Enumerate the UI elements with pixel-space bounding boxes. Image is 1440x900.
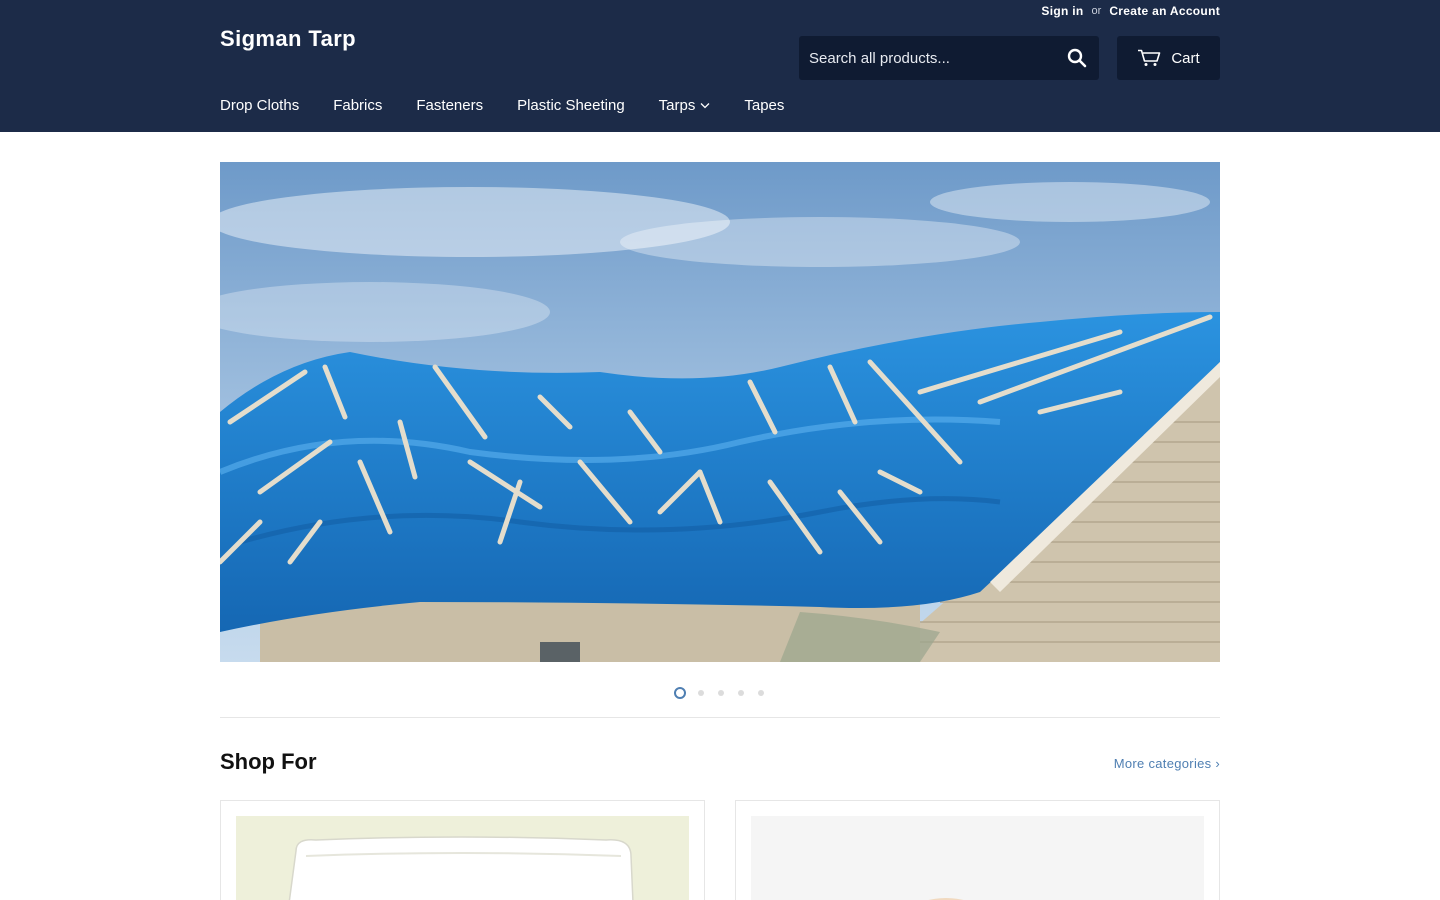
- search-icon: [1067, 48, 1087, 68]
- hero-image-tarped-roof: [220, 162, 1220, 662]
- chevron-down-icon: [700, 102, 710, 108]
- shop-for-heading: Shop For: [220, 749, 317, 774]
- create-account-link[interactable]: Create an Account: [1109, 4, 1220, 18]
- account-links: Sign in or Create an Account: [1041, 4, 1220, 18]
- sign-in-link[interactable]: Sign in: [1041, 4, 1083, 18]
- search-input[interactable]: [799, 36, 1055, 80]
- hero-slideshow[interactable]: [220, 162, 1220, 662]
- more-categories-link[interactable]: More categories ›: [1114, 756, 1220, 771]
- slideshow-dots: [220, 686, 1220, 699]
- slide-dot-5[interactable]: [758, 690, 764, 696]
- slide-dot-1[interactable]: [674, 687, 686, 699]
- slide-dot-3[interactable]: [718, 690, 724, 696]
- nav-item-plastic-sheeting[interactable]: Plastic Sheeting: [517, 94, 625, 116]
- account-or-text: or: [1091, 5, 1102, 17]
- slide-dot-4[interactable]: [738, 690, 744, 696]
- search-button[interactable]: [1055, 36, 1099, 80]
- nav-item-drop-cloths[interactable]: Drop Cloths: [220, 94, 299, 116]
- main-nav: Drop Cloths Fabrics Fasteners Plastic Sh…: [220, 94, 818, 116]
- cart-label: Cart: [1171, 49, 1200, 67]
- collection-card-1[interactable]: [220, 800, 705, 900]
- nav-item-tarps[interactable]: Tarps: [659, 94, 711, 116]
- site-header: Sign in or Create an Account Sigman Tarp…: [0, 0, 1440, 132]
- nav-item-fasteners[interactable]: Fasteners: [416, 94, 483, 116]
- cart-button[interactable]: Cart: [1117, 36, 1220, 80]
- slide-dot-2[interactable]: [698, 690, 704, 696]
- nav-item-tarps-label: Tarps: [658, 96, 696, 114]
- site-logo[interactable]: Sigman Tarp: [220, 26, 356, 52]
- collection-image-2: [751, 816, 1204, 900]
- nav-item-fabrics[interactable]: Fabrics: [333, 94, 382, 116]
- section-divider: [220, 717, 1220, 718]
- search-form: [799, 36, 1099, 80]
- collection-image-1: [236, 816, 689, 900]
- nav-item-tapes[interactable]: Tapes: [744, 94, 784, 116]
- collection-card-2[interactable]: [735, 800, 1220, 900]
- cart-icon: [1138, 49, 1161, 66]
